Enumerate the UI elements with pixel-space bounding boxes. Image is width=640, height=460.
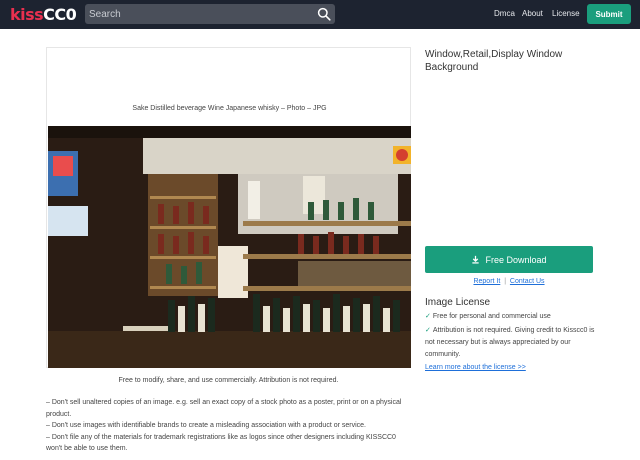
logo-cc0-text: CC0 bbox=[43, 4, 77, 24]
license-item-text: Free for personal and commercial use bbox=[432, 313, 551, 320]
license-item: ✓ Free for personal and commercial use bbox=[425, 311, 600, 323]
submit-button[interactable]: Submit bbox=[587, 4, 631, 24]
free-download-button[interactable]: Free Download bbox=[425, 246, 593, 273]
license-item: ✓ Attribution is not required. Giving cre… bbox=[425, 325, 600, 361]
term-item: – Don't use images with identifiable bra… bbox=[46, 422, 367, 429]
photo-title: Sake Distilled beverage Wine Japanese wh… bbox=[132, 105, 327, 112]
check-icon: ✓ bbox=[425, 313, 431, 320]
logo-kiss-text: kiss bbox=[10, 4, 44, 24]
report-contact-links: Report It | Contact Us bbox=[425, 278, 593, 285]
nav-license-link[interactable]: License bbox=[552, 9, 580, 18]
term-item: – Don't sell unaltered copies of an imag… bbox=[46, 399, 402, 418]
usage-terms: – Don't sell unaltered copies of an imag… bbox=[46, 397, 411, 455]
nav-about-link[interactable]: About bbox=[522, 9, 543, 18]
license-item-text: Attribution is not required. Giving cred… bbox=[425, 327, 595, 358]
image-title: Window,Retail,Display Window Background bbox=[425, 49, 563, 73]
top-navbar: kissCC0 Dmca About License Submit bbox=[0, 0, 640, 29]
link-separator: | bbox=[504, 278, 507, 285]
license-heading: Image License bbox=[425, 297, 491, 308]
term-item: – Don't file any of the materials for tr… bbox=[46, 433, 396, 453]
search-bar bbox=[85, 4, 335, 24]
download-label: Free Download bbox=[485, 254, 547, 265]
site-logo[interactable]: kiss CC0 bbox=[10, 4, 77, 24]
sake-shop-photo[interactable] bbox=[48, 126, 411, 368]
nav-dmca-link[interactable]: Dmca bbox=[494, 9, 515, 18]
check-icon: ✓ bbox=[425, 327, 431, 334]
image-card: Sake Distilled beverage Wine Japanese wh… bbox=[46, 47, 411, 368]
learn-more-license-link[interactable]: Learn more about the license >> bbox=[425, 364, 526, 371]
report-it-link[interactable]: Report It bbox=[473, 278, 500, 285]
search-icon[interactable] bbox=[317, 7, 331, 21]
download-icon bbox=[472, 255, 480, 264]
contact-us-link[interactable]: Contact Us bbox=[510, 278, 545, 285]
search-input[interactable] bbox=[85, 4, 310, 24]
photo-caption: Free to modify, share, and use commercia… bbox=[118, 377, 339, 384]
